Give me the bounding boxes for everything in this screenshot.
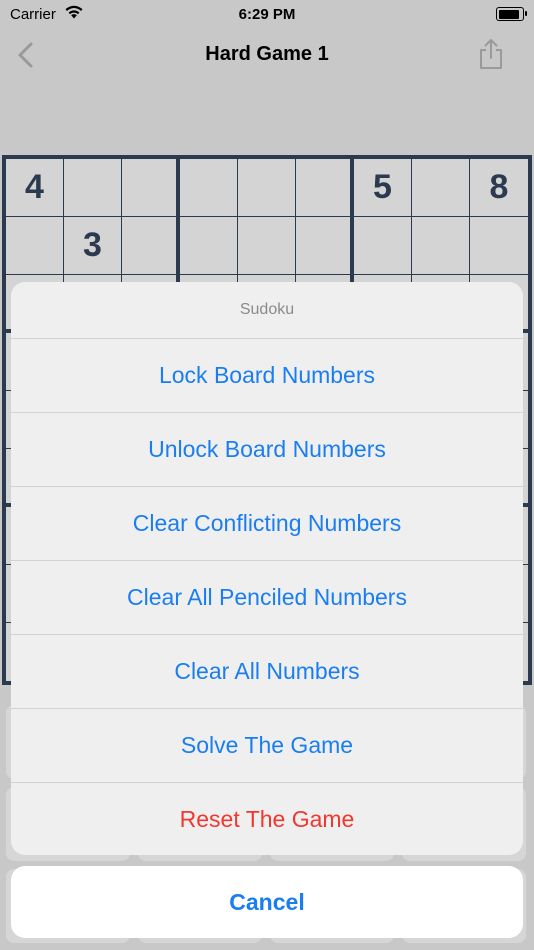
battery-icon (496, 7, 527, 21)
board-cell[interactable] (296, 217, 354, 275)
status-bar: Carrier 6:29 PM (0, 0, 534, 30)
board-cell[interactable]: 4 (6, 159, 64, 217)
clear-penciled-numbers-button[interactable]: Clear All Penciled Numbers (11, 561, 523, 635)
board-cell[interactable]: 5 (354, 159, 412, 217)
battery-level-fill (498, 9, 520, 19)
board-cell[interactable] (180, 217, 238, 275)
board-cell[interactable] (64, 159, 122, 217)
action-sheet-title: Sudoku (11, 282, 523, 339)
clear-conflicting-numbers-button[interactable]: Clear Conflicting Numbers (11, 487, 523, 561)
lock-board-numbers-button[interactable]: Lock Board Numbers (11, 339, 523, 413)
navigation-bar: Hard Game 1 (0, 30, 534, 80)
action-sheet: Sudoku Lock Board Numbers Unlock Board N… (11, 282, 523, 855)
board-cell[interactable] (238, 159, 296, 217)
board-cell[interactable] (354, 217, 412, 275)
clock: 6:29 PM (238, 6, 296, 23)
solve-game-button[interactable]: Solve The Game (11, 709, 523, 783)
board-cell[interactable] (122, 217, 180, 275)
board-cell[interactable]: 8 (470, 159, 528, 217)
share-icon[interactable] (478, 38, 504, 70)
board-cell[interactable] (122, 159, 180, 217)
board-cell[interactable] (6, 217, 64, 275)
board-cell[interactable] (180, 159, 238, 217)
board-cell[interactable]: 3 (64, 217, 122, 275)
page-title: Hard Game 1 (205, 43, 329, 65)
board-cell[interactable] (296, 159, 354, 217)
reset-game-button[interactable]: Reset The Game (11, 783, 523, 855)
board-cell[interactable] (412, 217, 470, 275)
board-cell[interactable] (470, 217, 528, 275)
clear-all-numbers-button[interactable]: Clear All Numbers (11, 635, 523, 709)
board-cell[interactable] (238, 217, 296, 275)
board-cell[interactable] (412, 159, 470, 217)
unlock-board-numbers-button[interactable]: Unlock Board Numbers (11, 413, 523, 487)
cancel-button[interactable]: Cancel (11, 866, 523, 938)
